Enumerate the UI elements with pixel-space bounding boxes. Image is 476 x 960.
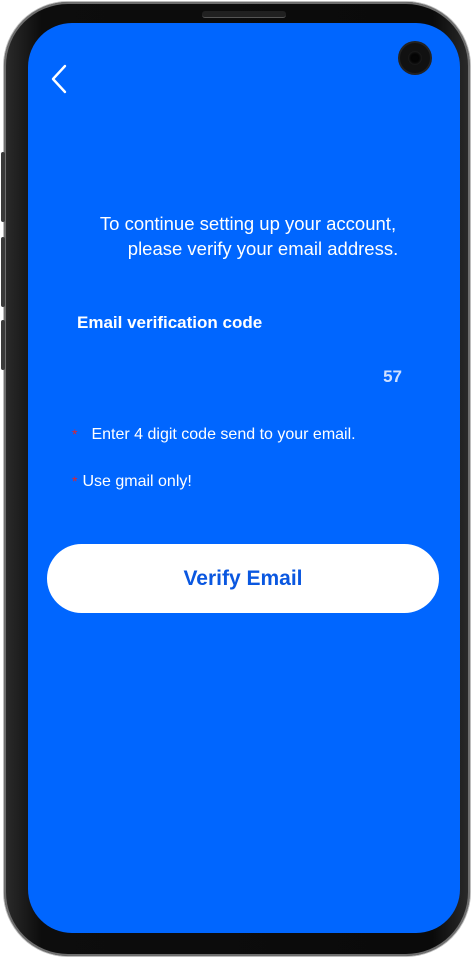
intro-message: To continue setting up your account, ple… bbox=[48, 211, 448, 261]
intro-line-2: please verify your email address. bbox=[127, 238, 399, 259]
volume-up-button bbox=[1, 152, 5, 222]
chevron-left-icon bbox=[51, 64, 67, 94]
verification-code-label: Email verification code bbox=[77, 313, 263, 332]
earpiece-speaker bbox=[202, 11, 286, 18]
verification-code-input[interactable] bbox=[77, 359, 407, 393]
hint-gmail-only-text: Use gmail only! bbox=[82, 473, 192, 490]
phone-frame: To continue setting up your account, ple… bbox=[1, 2, 470, 956]
back-button[interactable] bbox=[44, 61, 74, 97]
app-screen: To continue setting up your account, ple… bbox=[28, 23, 460, 933]
hint-enter-code: * Enter 4 digit code send to your email. bbox=[72, 426, 356, 444]
verify-email-button[interactable]: Verify Email bbox=[47, 544, 439, 613]
side-button bbox=[1, 320, 5, 370]
hint-gmail-only: * Use gmail only! bbox=[72, 473, 192, 491]
code-counter: 57 bbox=[383, 367, 402, 386]
intro-line-1: To continue setting up your account, bbox=[99, 213, 397, 234]
volume-down-button bbox=[1, 237, 5, 307]
front-camera bbox=[400, 43, 430, 73]
hint-enter-code-text: Enter 4 digit code send to your email. bbox=[91, 426, 356, 443]
